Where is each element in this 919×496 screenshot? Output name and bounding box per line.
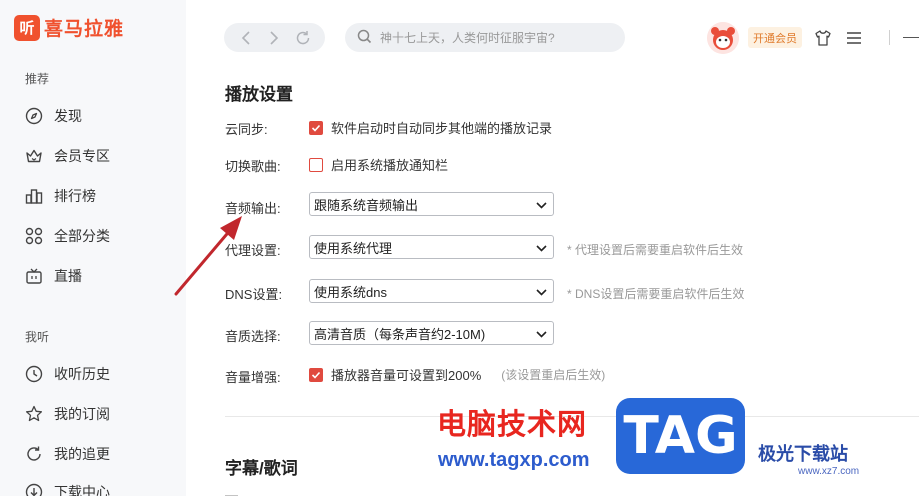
minimize-button[interactable] [903,37,919,38]
vip-crown-icon [24,146,44,166]
download-icon [24,482,44,496]
sidebar-item-downloads[interactable]: 下载中心 [24,481,110,496]
open-vip-button[interactable]: 开通会员 [748,27,802,48]
audio-output-select[interactable]: 跟随系统音频输出 [309,192,554,216]
annotation-arrow-icon [174,216,242,296]
header-divider [889,30,890,45]
proxy-select[interactable]: 使用系统代理 [309,235,554,259]
search-input[interactable] [380,30,610,45]
section-label-recommend: 推荐 [25,72,50,86]
watermark-site-url: www.xz7.com [798,466,860,477]
sidebar-item-vip-zone[interactable]: 会员专区 [24,145,110,167]
sidebar-item-history[interactable]: 收听历史 [24,363,110,385]
chevron-down-icon [536,240,547,255]
lyrics-settings-title: 字幕/歌词 [225,459,298,478]
logo-mark: 听 [14,14,40,41]
sidebar-item-label: 收听历史 [54,366,110,382]
watermark-site: 极光下载站 www.xz7.com [758,440,859,477]
history-nav-group [224,23,325,52]
sidebar-item-label: 直播 [54,268,82,284]
sidebar-item-label: 我的订阅 [54,406,110,422]
chevron-down-icon [536,284,547,299]
watermark-tag-badge: TAG [616,398,745,474]
back-button[interactable] [235,27,257,49]
dns-note: * DNS设置后需要重启软件后生效 [567,287,745,301]
avatar[interactable] [707,22,739,54]
sidebar-item-subscriptions[interactable]: 我的订阅 [24,403,110,425]
watermark-site-name: 极光下载站 [758,444,848,464]
watermark-cn-text: 电脑技术网 [437,409,588,441]
chevron-down-icon [536,197,547,212]
watermark-url: www.tagxp.com [438,449,590,471]
logo-text: 喜马拉雅 [44,19,125,40]
volume-boost-hint: (该设置重启后生效) [501,368,606,382]
checkbox-checked-icon[interactable] [309,120,323,135]
volume-boost-checkbox-label: 播放器音量可设置到200% [331,368,482,383]
checkbox-checked-icon[interactable] [309,367,323,382]
refresh-icon [24,444,44,464]
cloud-sync-label: 云同步: [225,122,268,137]
sidebar-item-following[interactable]: 我的追更 [24,443,110,465]
sidebar-item-label: 发现 [54,108,82,124]
sidebar: 听 喜马拉雅 推荐 发现 会员专区 排行榜 全部分类 直播 我听 收听历史 我的… [0,0,186,496]
refresh-button[interactable] [292,27,314,49]
proxy-note: * 代理设置后需要重启软件后生效 [567,243,744,257]
sidebar-item-label: 全部分类 [54,228,110,244]
search-bar[interactable] [345,23,625,52]
system-notification-checkbox-label: 启用系统播放通知栏 [331,158,449,173]
cloud-sync-checkbox-label: 软件启动时自动同步其他端的播放记录 [331,121,553,136]
tv-live-icon [24,266,44,286]
dns-select[interactable]: 使用系统dns [309,279,554,303]
sidebar-item-ranking[interactable]: 排行榜 [24,185,96,207]
proxy-value: 使用系统代理 [314,240,393,256]
quality-select[interactable]: 高清音质（每条声音约2-10M) [309,321,554,345]
volume-boost-checkbox[interactable]: 播放器音量可设置到200% (该设置重启后生效) [309,365,605,384]
forward-button[interactable] [263,27,285,49]
chevron-right-icon [270,30,279,45]
section-label-mine: 我听 [25,330,50,344]
category-grid-icon [24,226,44,246]
sidebar-item-all-categories[interactable]: 全部分类 [24,225,110,247]
compass-icon [24,106,44,126]
app-logo[interactable]: 听 喜马拉雅 [14,14,124,41]
dns-value: 使用系统dns [314,284,387,300]
playback-settings-title: 播放设置 [225,85,293,104]
audio-output-value: 跟随系统音频输出 [314,197,419,213]
chevron-down-icon [536,326,547,341]
quality-value: 高清音质（每条声音约2-10M) [314,326,486,342]
clock-icon [24,364,44,384]
quality-label: 音质选择: [225,329,281,344]
star-icon [24,404,44,424]
menu-icon[interactable] [844,28,864,48]
ranking-icon [24,186,44,206]
sidebar-item-label: 下载中心 [54,484,110,496]
sidebar-item-discover[interactable]: 发现 [24,105,82,127]
volume-boost-label: 音量增强: [225,370,281,385]
switch-song-label: 切换歌曲: [225,159,281,174]
cloud-sync-checkbox[interactable]: 软件启动时自动同步其他端的播放记录 [309,118,552,137]
reload-icon [296,30,310,44]
sidebar-item-live[interactable]: 直播 [24,265,82,287]
skin-shirt-icon[interactable] [813,28,833,48]
search-icon [357,29,372,47]
system-notification-checkbox[interactable]: 启用系统播放通知栏 [309,155,448,174]
sidebar-item-label: 会员专区 [54,148,110,164]
chevron-left-icon [242,30,250,45]
lyrics-row-partial: — [225,487,238,496]
sidebar-item-label: 我的追更 [54,446,110,462]
checkbox-unchecked-icon[interactable] [309,157,323,172]
sidebar-item-label: 排行榜 [54,188,96,204]
